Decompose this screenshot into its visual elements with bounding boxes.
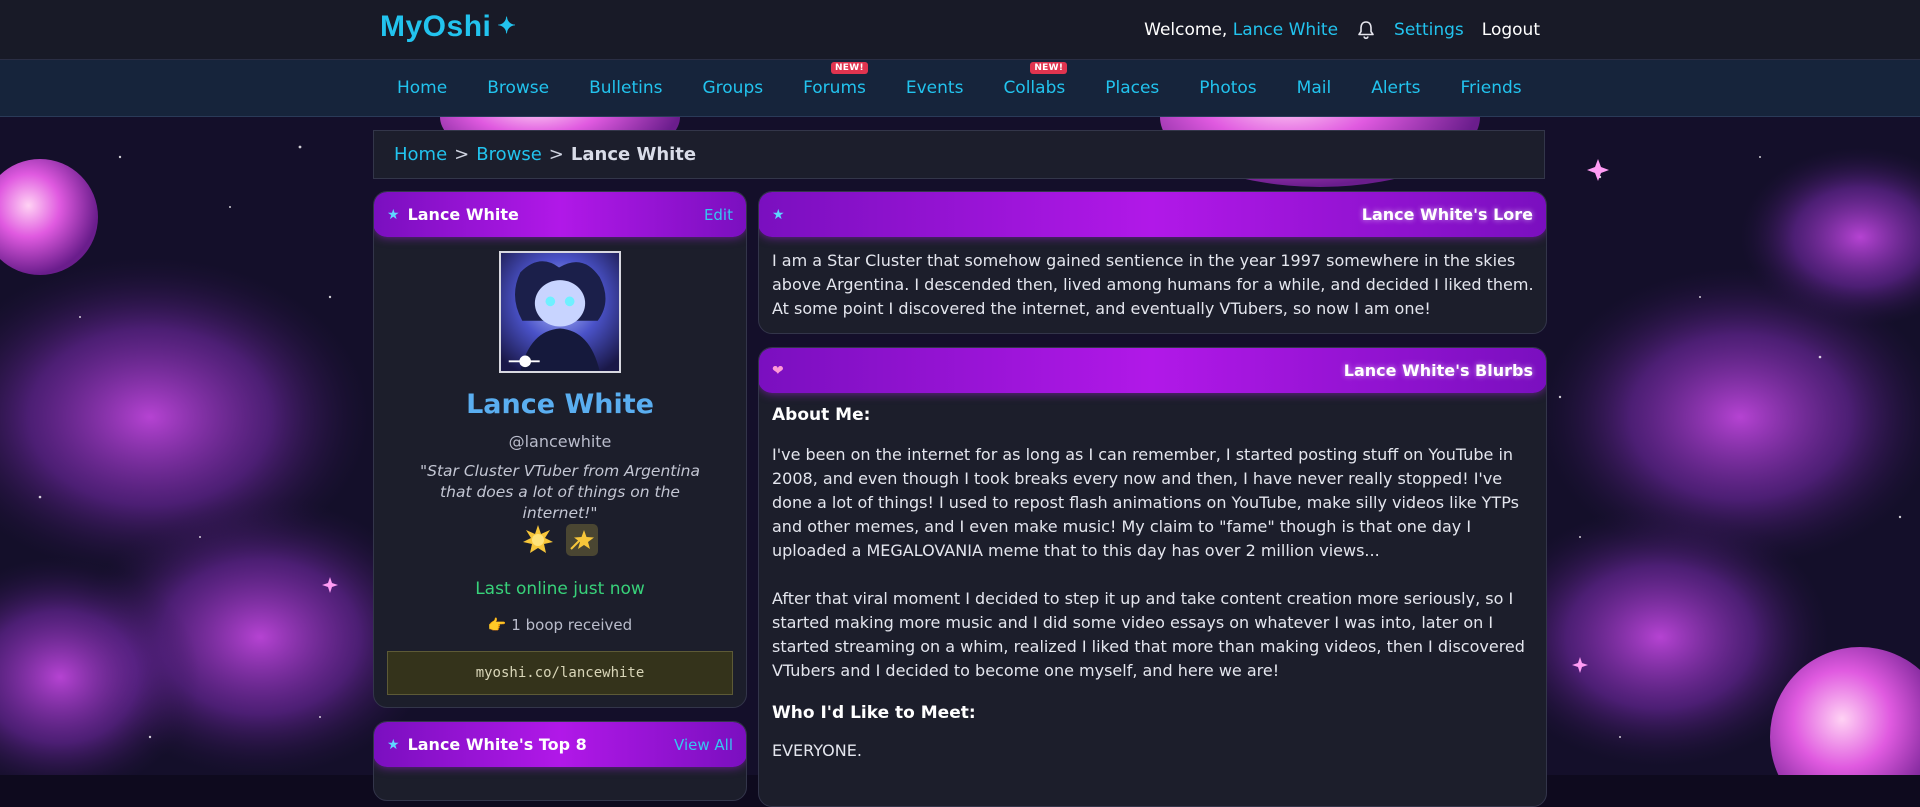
top8-card: ★ Lance White's Top 8 View All <box>373 721 747 801</box>
profile-card-title: Lance White <box>407 205 519 224</box>
nav-friends[interactable]: Friends <box>1441 78 1542 98</box>
top-bar: MyOshi ✦ Welcome, Lance White Settings Lo… <box>0 0 1920 60</box>
new-badge: NEW! <box>830 62 868 74</box>
last-online-status: Last online just now <box>475 579 645 599</box>
nav-events[interactable]: Events <box>886 78 984 98</box>
about-paragraph-2: After that viral moment I decided to ste… <box>772 589 1525 680</box>
nav-alerts[interactable]: Alerts <box>1351 78 1440 98</box>
breadcrumb-home[interactable]: Home <box>394 144 447 165</box>
profile-handle: @lancewhite <box>508 432 612 451</box>
boop-count: 👉 1 boop received <box>487 616 633 634</box>
logout-link[interactable]: Logout <box>1482 20 1540 40</box>
breadcrumb-separator: > <box>454 144 470 165</box>
site-logo[interactable]: MyOshi ✦ <box>380 10 516 44</box>
logo-text[interactable]: MyOshi <box>380 10 491 43</box>
avatar[interactable] <box>499 251 621 373</box>
top8-card-header: ★ Lance White's Top 8 View All <box>374 722 746 767</box>
breadcrumb-browse[interactable]: Browse <box>476 144 542 165</box>
lore-card-header: ★ Lance White's Lore <box>759 192 1546 237</box>
profile-url[interactable]: myoshi.co/lancewhite <box>387 651 733 695</box>
profile-name: Lance White <box>466 389 654 420</box>
lore-card: ★ Lance White's Lore I am a Star Cluster… <box>758 191 1547 334</box>
heart-icon: ❤ <box>772 362 784 379</box>
settings-link[interactable]: Settings <box>1394 20 1464 40</box>
meet-text: EVERYONE. <box>772 741 862 760</box>
nav-groups[interactable]: Groups <box>682 78 783 98</box>
star-icon: ★ <box>772 206 785 223</box>
view-all-link[interactable]: View All <box>674 736 733 754</box>
nav-bulletins[interactable]: Bulletins <box>569 78 682 98</box>
profile-card-header: ★ Lance White Edit <box>374 192 746 237</box>
top8-title: Lance White's Top 8 <box>407 735 587 754</box>
new-badge: NEW! <box>1030 62 1068 74</box>
nav-photos[interactable]: Photos <box>1179 78 1276 98</box>
profile-card: ★ Lance White Edit Lance White @lancewhi… <box>373 191 747 708</box>
username-link[interactable]: Lance White <box>1233 20 1338 40</box>
sun-badge-icon[interactable] <box>521 523 555 557</box>
nav-collabs-label[interactable]: Collabs <box>1003 78 1065 98</box>
profile-tagline: "Star Cluster VTuber from Argentina that… <box>419 462 700 522</box>
welcome-label: Welcome, <box>1144 19 1228 40</box>
star-icon: ★ <box>387 206 400 223</box>
about-heading: About Me: <box>772 405 871 425</box>
nav-browse[interactable]: Browse <box>467 78 569 98</box>
avatar-image <box>501 253 619 371</box>
about-paragraph-1: I've been on the internet for as long as… <box>772 445 1519 560</box>
nav-home[interactable]: Home <box>377 78 467 98</box>
lore-text: I am a Star Cluster that somehow gained … <box>772 251 1534 318</box>
edit-profile-link[interactable]: Edit <box>704 206 733 224</box>
meet-heading: Who I'd Like to Meet: <box>772 703 976 723</box>
blurbs-card-header: ❤ Lance White's Blurbs <box>759 348 1546 393</box>
main-nav: Home Browse Bulletins Groups Forums NEW! … <box>0 60 1920 117</box>
nav-forums-label[interactable]: Forums <box>803 78 866 98</box>
star-badge-icon[interactable] <box>565 523 599 557</box>
breadcrumb: Home > Browse > Lance White <box>373 130 1545 179</box>
breadcrumb-current: Lance White <box>570 144 697 165</box>
sparkle-icon: ✦ <box>497 13 517 38</box>
nav-mail[interactable]: Mail <box>1277 78 1352 98</box>
lore-title: Lance White's Lore <box>1361 205 1533 224</box>
bell-icon[interactable] <box>1356 20 1376 40</box>
welcome-text: Welcome, Lance White <box>1144 20 1338 40</box>
nav-forums[interactable]: Forums NEW! <box>783 62 886 98</box>
breadcrumb-separator: > <box>548 144 564 165</box>
blurbs-title: Lance White's Blurbs <box>1343 361 1533 380</box>
nav-places[interactable]: Places <box>1085 78 1179 98</box>
user-menu: Welcome, Lance White Settings Logout <box>1144 0 1540 59</box>
star-icon: ★ <box>387 736 400 753</box>
blurbs-content: About Me: I've been on the internet for … <box>772 403 1542 763</box>
nav-collabs[interactable]: Collabs NEW! <box>983 62 1085 98</box>
blurbs-card: ❤ Lance White's Blurbs About Me: I've be… <box>758 347 1547 807</box>
profile-badges <box>374 523 746 557</box>
